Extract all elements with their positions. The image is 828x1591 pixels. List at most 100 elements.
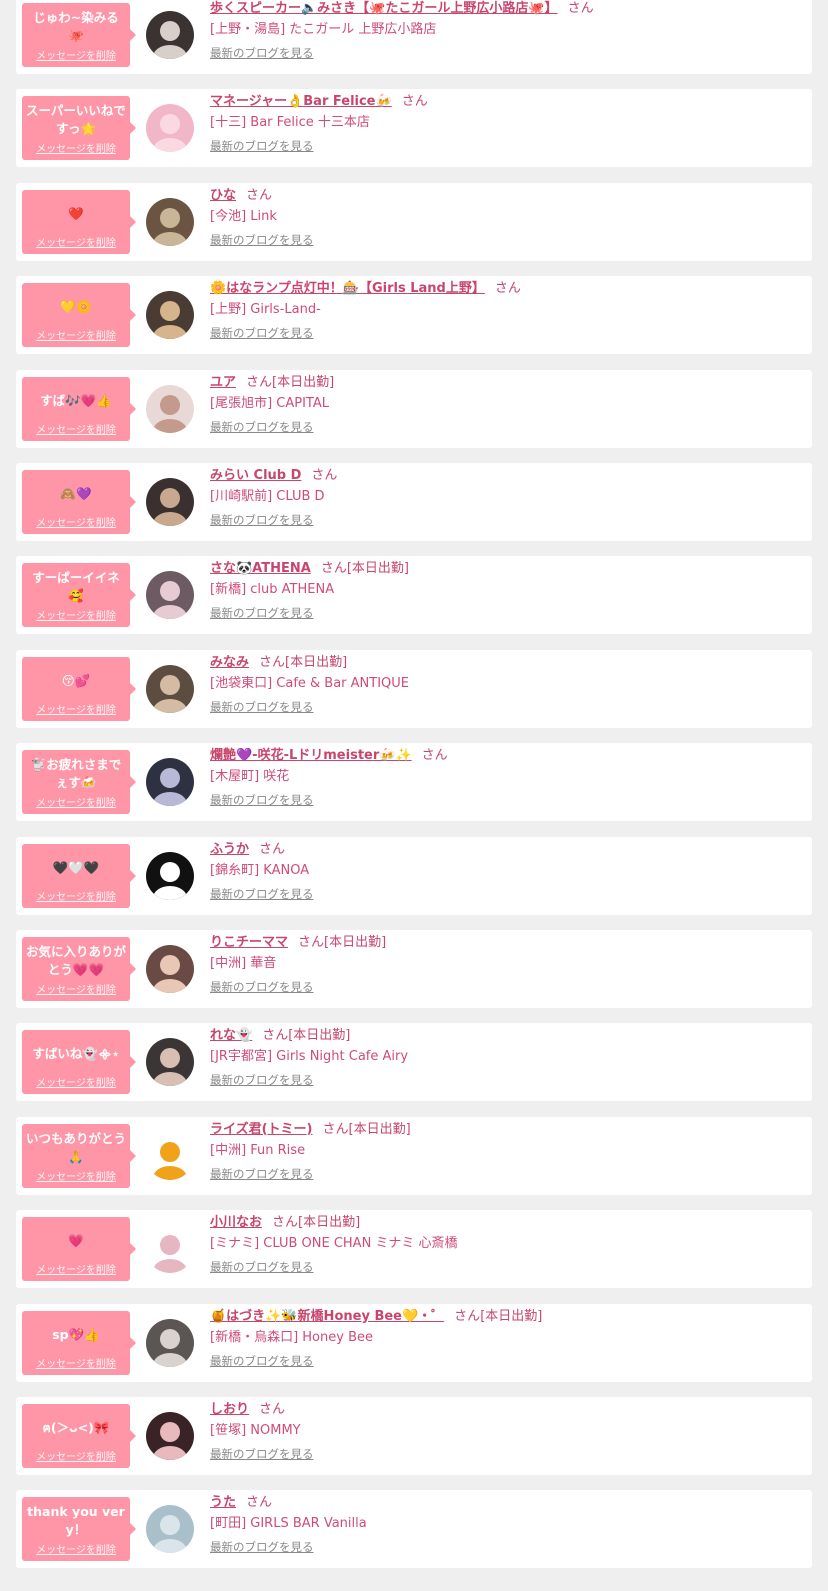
cast-name-link[interactable]: ひな — [210, 188, 236, 203]
delete-message-link[interactable]: メッセージを削除 — [26, 981, 126, 996]
message-bubble: 🐩お疲れさまでぇす🍻 メッセージを削除 — [22, 750, 136, 815]
avatar[interactable] — [146, 11, 194, 59]
delete-message-link[interactable]: メッセージを削除 — [26, 327, 126, 342]
latest-blog-link[interactable]: 最新のブログを見る — [210, 605, 314, 621]
message-text: いつもありがとう🙏 — [26, 1130, 126, 1164]
cast-name-line: ひな さん — [210, 187, 804, 205]
list-item: ❤️ メッセージを削除 ひな さん [今池] Link 最新のブログを見る — [16, 182, 812, 261]
message-bubble: 💗 メッセージを削除 — [22, 1217, 136, 1282]
message-text: お気に入りありがとう💗💗 — [26, 944, 126, 977]
delete-message-link[interactable]: メッセージを削除 — [26, 47, 126, 62]
avatar[interactable] — [146, 664, 194, 713]
cast-name-link[interactable]: 小川なお — [210, 1215, 262, 1230]
honorific: さん — [259, 654, 286, 670]
cast-name-link[interactable]: さな🐼ATHENA — [210, 561, 311, 576]
delete-message-link[interactable]: メッセージを削除 — [26, 888, 126, 903]
avatar[interactable] — [146, 1225, 194, 1274]
cast-name-link[interactable]: れな👻 — [210, 1028, 252, 1043]
cast-name-link[interactable]: ふうか — [210, 842, 249, 857]
latest-blog-link[interactable]: 最新のブログを見る — [210, 45, 314, 61]
latest-blog-link[interactable]: 最新のブログを見る — [210, 1353, 314, 1369]
cast-name-link[interactable]: 🍯はづき✨🐝新橋Honey Bee💛・゜ — [210, 1309, 444, 1324]
delete-message-link[interactable]: メッセージを削除 — [26, 1074, 126, 1089]
shop-name: [十三] Bar Felice 十三本店 — [210, 115, 370, 131]
cast-name-link[interactable]: マネージャー👌Bar Felice🍻 — [210, 94, 392, 109]
message-bubble: 🖤🤍🖤 メッセージを削除 — [22, 843, 136, 908]
delete-message-link[interactable]: メッセージを削除 — [26, 421, 126, 436]
latest-blog-link[interactable]: 最新のブログを見る — [210, 699, 314, 715]
latest-blog-link[interactable]: 最新のブログを見る — [210, 1166, 314, 1182]
delete-message-link[interactable]: メッセージを削除 — [26, 701, 126, 716]
avatar[interactable] — [146, 758, 194, 807]
avatar[interactable] — [146, 384, 194, 433]
cast-name-link[interactable]: 歩くスピーカー🔈みさき【🐙たこガール上野広小路店🐙】 — [210, 1, 558, 16]
cast-name-link[interactable]: ライズ君(トミー) — [210, 1122, 313, 1137]
message-bubble: ฅ(＞ᴗ<)🎀 メッセージを削除 — [22, 1404, 136, 1468]
list-item: 🐩お疲れさまでぇす🍻 メッセージを削除 爛艶💜-咲花-Lドリmeister🍻✨ さ… — [16, 743, 812, 822]
cast-name-line: さな🐼ATHENA さん[本日出勤] — [210, 560, 804, 578]
avatar-image — [146, 197, 194, 246]
cast-name-link[interactable]: りこチーママ — [210, 935, 288, 950]
latest-blog-link[interactable]: 最新のブログを見る — [210, 138, 314, 154]
attendance-status: [本日出勤] — [480, 1308, 543, 1324]
delete-message-link[interactable]: メッセージを削除 — [26, 794, 126, 809]
avatar[interactable] — [146, 945, 194, 993]
delete-message-link[interactable]: メッセージを削除 — [26, 1541, 126, 1556]
delete-message-link[interactable]: メッセージを削除 — [26, 1261, 126, 1276]
delete-message-link[interactable]: メッセージを削除 — [26, 607, 126, 622]
delete-message-link[interactable]: メッセージを削除 — [26, 1448, 126, 1463]
avatar[interactable] — [146, 1318, 194, 1367]
delete-message-link[interactable]: メッセージを削除 — [26, 1355, 126, 1370]
cast-info: りこチーママ さん[本日出勤] [中洲] 華音 最新のブログを見る — [210, 934, 804, 995]
cast-name-link[interactable]: 爛艶💜-咲花-Lドリmeister🍻✨ — [210, 748, 412, 763]
message-text: 🖤🤍🖤 — [52, 859, 100, 875]
latest-blog-link[interactable]: 最新のブログを見る — [210, 886, 314, 902]
latest-blog-link[interactable]: 最新のブログを見る — [210, 1539, 314, 1555]
message-text: 💛🌼 — [60, 299, 92, 315]
latest-blog-link[interactable]: 最新のブログを見る — [210, 1072, 314, 1088]
shop-name: [上野・湯島] たこガール 上野広小路店 — [210, 22, 437, 37]
message-text: sp💖👍 — [52, 1326, 100, 1342]
latest-blog-link[interactable]: 最新のブログを見る — [210, 979, 314, 995]
latest-blog-link[interactable]: 最新のブログを見る — [210, 1446, 314, 1462]
delete-message-link[interactable]: メッセージを削除 — [26, 514, 126, 529]
latest-blog-link[interactable]: 最新のブログを見る — [210, 1259, 314, 1275]
delete-message-link[interactable]: メッセージを削除 — [26, 1168, 126, 1183]
avatar[interactable] — [146, 197, 194, 246]
shop-name: [笹塚] NOMMY — [210, 1423, 301, 1438]
message-bubble: すば🎶💗👍 メッセージを削除 — [22, 376, 136, 441]
avatar[interactable] — [146, 571, 194, 620]
message-text: ฅ(＞ᴗ<)🎀 — [42, 1420, 110, 1435]
avatar[interactable] — [146, 1038, 194, 1087]
cast-name-link[interactable]: みらい Club D — [210, 468, 301, 483]
cast-name-link[interactable]: 🌼はなランプ点灯中！🎰【Girls Land上野】 — [210, 281, 485, 296]
cast-name-link[interactable]: しおり — [210, 1402, 249, 1417]
message-text: すば🎶💗👍 — [40, 392, 112, 408]
avatar[interactable] — [146, 1412, 194, 1460]
avatar[interactable] — [146, 851, 194, 900]
shop-name: [池袋東口] Cafe & Bar ANTIQUE — [210, 675, 410, 691]
latest-blog-link[interactable]: 最新のブログを見る — [210, 419, 314, 435]
avatar[interactable] — [146, 291, 194, 340]
avatar[interactable] — [146, 1505, 194, 1554]
cast-name-link[interactable]: みなみ — [210, 655, 249, 670]
avatar[interactable] — [146, 1131, 194, 1180]
latest-blog-link[interactable]: 最新のブログを見る — [210, 512, 314, 528]
cast-info: 🌼はなランプ点灯中！🎰【Girls Land上野】 さん [上野] Girls-L… — [210, 280, 804, 341]
cast-name-link[interactable]: うた — [210, 1495, 236, 1510]
avatar-image — [146, 478, 194, 526]
avatar[interactable] — [146, 478, 194, 526]
latest-blog-link[interactable]: 最新のブログを見る — [210, 232, 314, 248]
latest-blog-link[interactable]: 最新のブログを見る — [210, 792, 314, 808]
delete-message-link[interactable]: メッセージを削除 — [26, 234, 126, 249]
avatar-image — [146, 851, 194, 900]
cast-name-link[interactable]: ユア — [210, 375, 236, 390]
honorific: さん — [259, 1402, 286, 1417]
avatar[interactable] — [146, 104, 194, 153]
cast-info: マネージャー👌Bar Felice🍻 さん [十三] Bar Felice 十三本… — [210, 93, 804, 154]
honorific: さん — [401, 94, 428, 110]
cast-info: 歩くスピーカー🔈みさき【🐙たこガール上野広小路店🐙】 さん [上野・湯島] たこガ… — [210, 0, 804, 61]
latest-blog-link[interactable]: 最新のブログを見る — [210, 325, 314, 341]
delete-message-link[interactable]: メッセージを削除 — [26, 140, 126, 155]
message-bubble: thank you very！ メッセージを削除 — [22, 1497, 136, 1562]
